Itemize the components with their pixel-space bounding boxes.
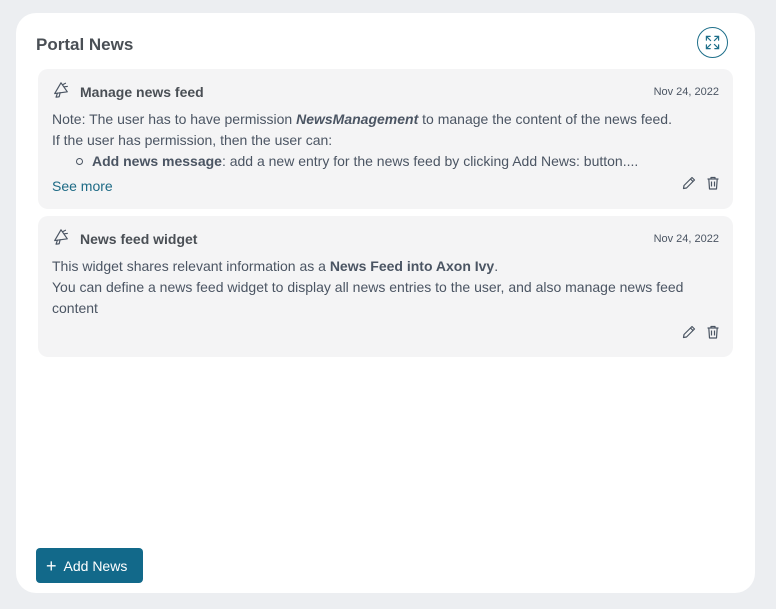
news-actions: [681, 324, 721, 340]
plus-icon: +: [46, 555, 57, 576]
news-title: Manage news feed: [80, 84, 204, 100]
permission-name: NewsManagement: [296, 111, 419, 127]
megaphone-icon: [54, 82, 68, 98]
news-item: News feed widget Nov 24, 2022 This widge…: [38, 216, 733, 357]
news-content-line: This widget shares relevant information …: [52, 258, 499, 274]
portal-news-widget: Portal News Manage news feed Nov 24, 202…: [16, 13, 755, 593]
add-news-label: Add News: [63, 557, 128, 574]
edit-button[interactable]: [681, 324, 697, 340]
news-actions: [681, 175, 721, 191]
add-news-button[interactable]: + Add News: [36, 548, 143, 583]
news-item: Manage news feed Nov 24, 2022 Note: The …: [38, 69, 733, 209]
widget-title: Portal News: [36, 35, 134, 54]
pencil-icon: [682, 325, 696, 339]
see-more-link[interactable]: See more: [52, 178, 113, 194]
list-item: Add news message: add a new entry for th…: [76, 151, 720, 172]
delete-button[interactable]: [705, 175, 721, 191]
news-content-list: Add news message: add a new entry for th…: [52, 151, 720, 172]
trash-icon: [707, 325, 719, 339]
edit-button[interactable]: [681, 175, 697, 191]
news-content-line: Note: The user has to have permission Ne…: [52, 111, 672, 127]
news-date: Nov 24, 2022: [653, 86, 719, 98]
news-date: Nov 24, 2022: [653, 233, 719, 245]
news-content: Note: The user has to have permission Ne…: [52, 109, 720, 172]
megaphone-icon: [54, 229, 68, 245]
expand-button[interactable]: [697, 27, 728, 58]
pencil-icon: [682, 176, 696, 190]
news-content: This widget shares relevant information …: [52, 256, 720, 319]
news-content-line: If the user has permission, then the use…: [52, 132, 333, 148]
trash-icon: [707, 176, 719, 190]
expand-arrows-icon: [705, 35, 720, 50]
news-title: News feed widget: [80, 231, 198, 247]
news-content-line: You can define a news feed widget to dis…: [52, 279, 684, 316]
delete-button[interactable]: [705, 324, 721, 340]
